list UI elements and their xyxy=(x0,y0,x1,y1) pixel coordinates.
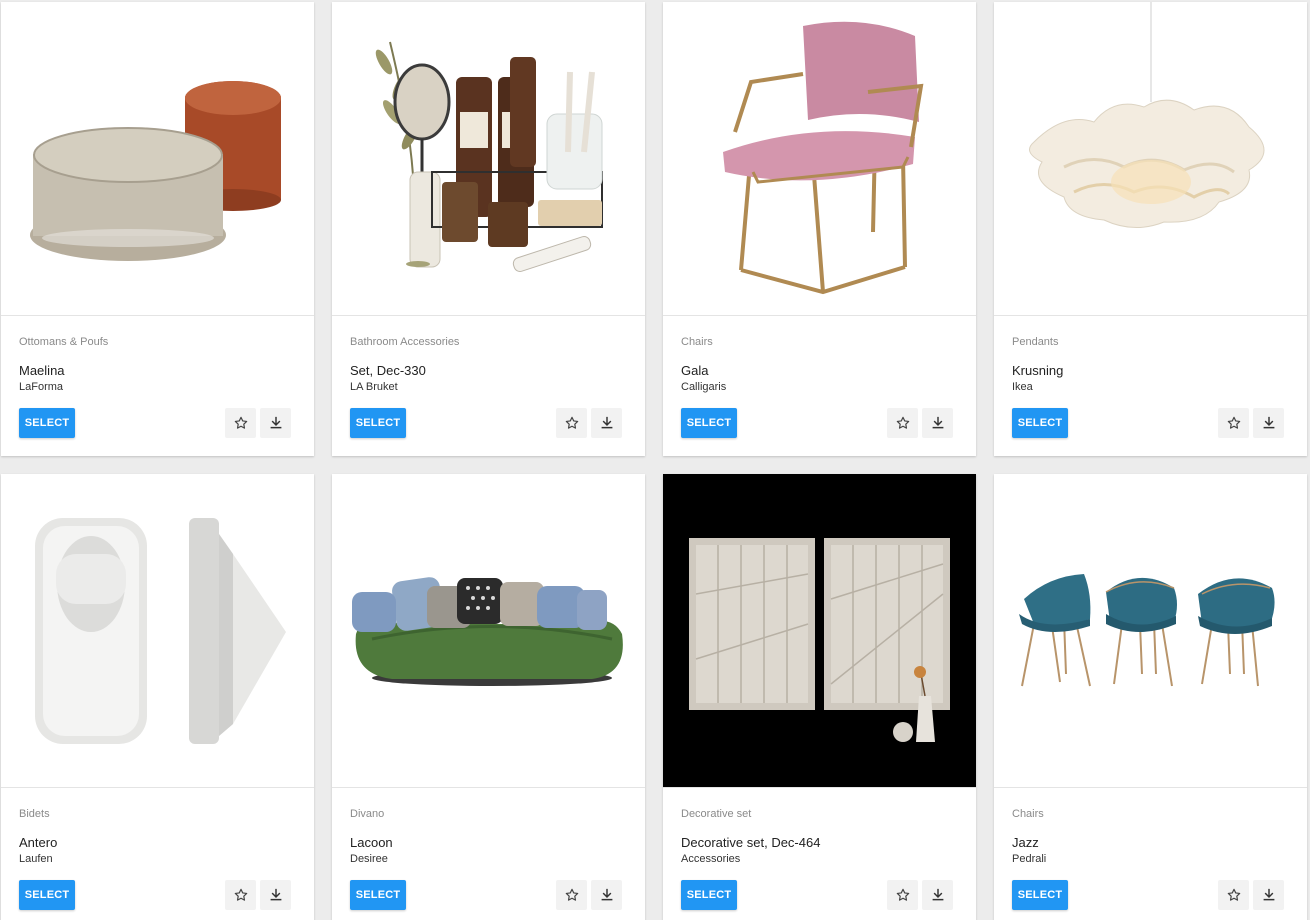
product-brand: LaForma xyxy=(19,381,64,393)
download-button[interactable] xyxy=(1253,880,1284,910)
star-outline-icon xyxy=(565,416,578,429)
download-button[interactable] xyxy=(922,880,953,910)
download-button[interactable] xyxy=(260,880,291,910)
product-category: Ottomans & Poufs xyxy=(19,336,109,348)
select-button[interactable]: SELECT xyxy=(350,880,406,910)
product-image-wall-panels[interactable] xyxy=(663,474,976,788)
select-button[interactable]: SELECT xyxy=(19,880,75,910)
product-brand: LA Bruket xyxy=(350,381,398,393)
product-name: Krusning xyxy=(1012,363,1064,378)
product-card[interactable]: Chairs Gala Calligaris SELECT xyxy=(663,2,976,456)
download-icon xyxy=(932,888,943,901)
download-icon xyxy=(270,888,281,901)
product-category: Chairs xyxy=(1012,808,1044,820)
download-icon xyxy=(601,416,612,429)
product-card[interactable]: Bathroom Accessories Set, Dec-330 LA Bru… xyxy=(332,2,645,456)
product-brand: Desiree xyxy=(350,853,388,865)
product-image-ottoman-poufs[interactable] xyxy=(1,2,314,316)
product-card[interactable]: Bidets Antero Laufen SELECT xyxy=(1,474,314,920)
select-button[interactable]: SELECT xyxy=(681,408,737,438)
product-name: Gala xyxy=(681,363,709,378)
favorite-button[interactable] xyxy=(1218,408,1249,438)
product-category: Bathroom Accessories xyxy=(350,336,460,348)
select-button[interactable]: SELECT xyxy=(681,880,737,910)
favorite-button[interactable] xyxy=(225,408,256,438)
product-image-teal-chairs[interactable] xyxy=(994,474,1307,788)
product-name: Set, Dec-330 xyxy=(350,363,426,378)
download-button[interactable] xyxy=(591,408,622,438)
download-icon xyxy=(601,888,612,901)
product-image-paper-pendant-lamp[interactable] xyxy=(994,2,1307,316)
star-outline-icon xyxy=(896,888,909,901)
favorite-button[interactable] xyxy=(887,408,918,438)
favorite-button[interactable] xyxy=(556,408,587,438)
product-name: Decorative set, Dec-464 xyxy=(681,835,821,850)
select-button[interactable]: SELECT xyxy=(350,408,406,438)
product-card[interactable]: Decorative set Decorative set, Dec-464 A… xyxy=(663,474,976,920)
product-category: Divano xyxy=(350,808,385,820)
product-image-bathroom-set[interactable] xyxy=(332,2,645,316)
star-outline-icon xyxy=(896,416,909,429)
star-outline-icon xyxy=(1227,416,1240,429)
product-card[interactable]: Pendants Krusning Ikea SELECT xyxy=(994,2,1307,456)
select-button[interactable]: SELECT xyxy=(1012,880,1068,910)
product-brand: Pedrali xyxy=(1012,853,1047,865)
product-brand: Calligaris xyxy=(681,381,727,393)
product-card[interactable]: Chairs Jazz Pedrali SELECT xyxy=(994,474,1307,920)
product-brand: Ikea xyxy=(1012,381,1033,393)
star-outline-icon xyxy=(234,416,247,429)
download-icon xyxy=(1263,888,1274,901)
download-button[interactable] xyxy=(1253,408,1284,438)
product-name: Maelina xyxy=(19,363,65,378)
download-icon xyxy=(1263,416,1274,429)
product-card[interactable]: Ottomans & Poufs Maelina LaForma SELECT xyxy=(1,2,314,456)
product-brand: Accessories xyxy=(681,853,741,865)
select-button[interactable]: SELECT xyxy=(1012,408,1068,438)
download-button[interactable] xyxy=(260,408,291,438)
product-category: Decorative set xyxy=(681,808,752,820)
product-name: Jazz xyxy=(1012,835,1039,850)
favorite-button[interactable] xyxy=(225,880,256,910)
download-icon xyxy=(932,416,943,429)
product-name: Antero xyxy=(19,835,58,850)
product-card[interactable]: Divano Lacoon Desiree SELECT xyxy=(332,474,645,920)
star-outline-icon xyxy=(234,888,247,901)
product-category: Chairs xyxy=(681,336,713,348)
star-outline-icon xyxy=(565,888,578,901)
star-outline-icon xyxy=(1227,888,1240,901)
download-button[interactable] xyxy=(922,408,953,438)
product-name: Lacoon xyxy=(350,835,393,850)
select-button[interactable]: SELECT xyxy=(19,408,75,438)
product-category: Pendants xyxy=(1012,336,1059,348)
product-category: Bidets xyxy=(19,808,50,820)
product-image-green-sofa[interactable] xyxy=(332,474,645,788)
product-image-urinal[interactable] xyxy=(1,474,314,788)
favorite-button[interactable] xyxy=(556,880,587,910)
favorite-button[interactable] xyxy=(1218,880,1249,910)
product-brand: Laufen xyxy=(19,853,53,865)
product-image-pink-armchair[interactable] xyxy=(663,2,976,316)
download-icon xyxy=(270,416,281,429)
product-grid: Ottomans & Poufs Maelina LaForma SELECT xyxy=(0,0,1310,920)
favorite-button[interactable] xyxy=(887,880,918,910)
download-button[interactable] xyxy=(591,880,622,910)
